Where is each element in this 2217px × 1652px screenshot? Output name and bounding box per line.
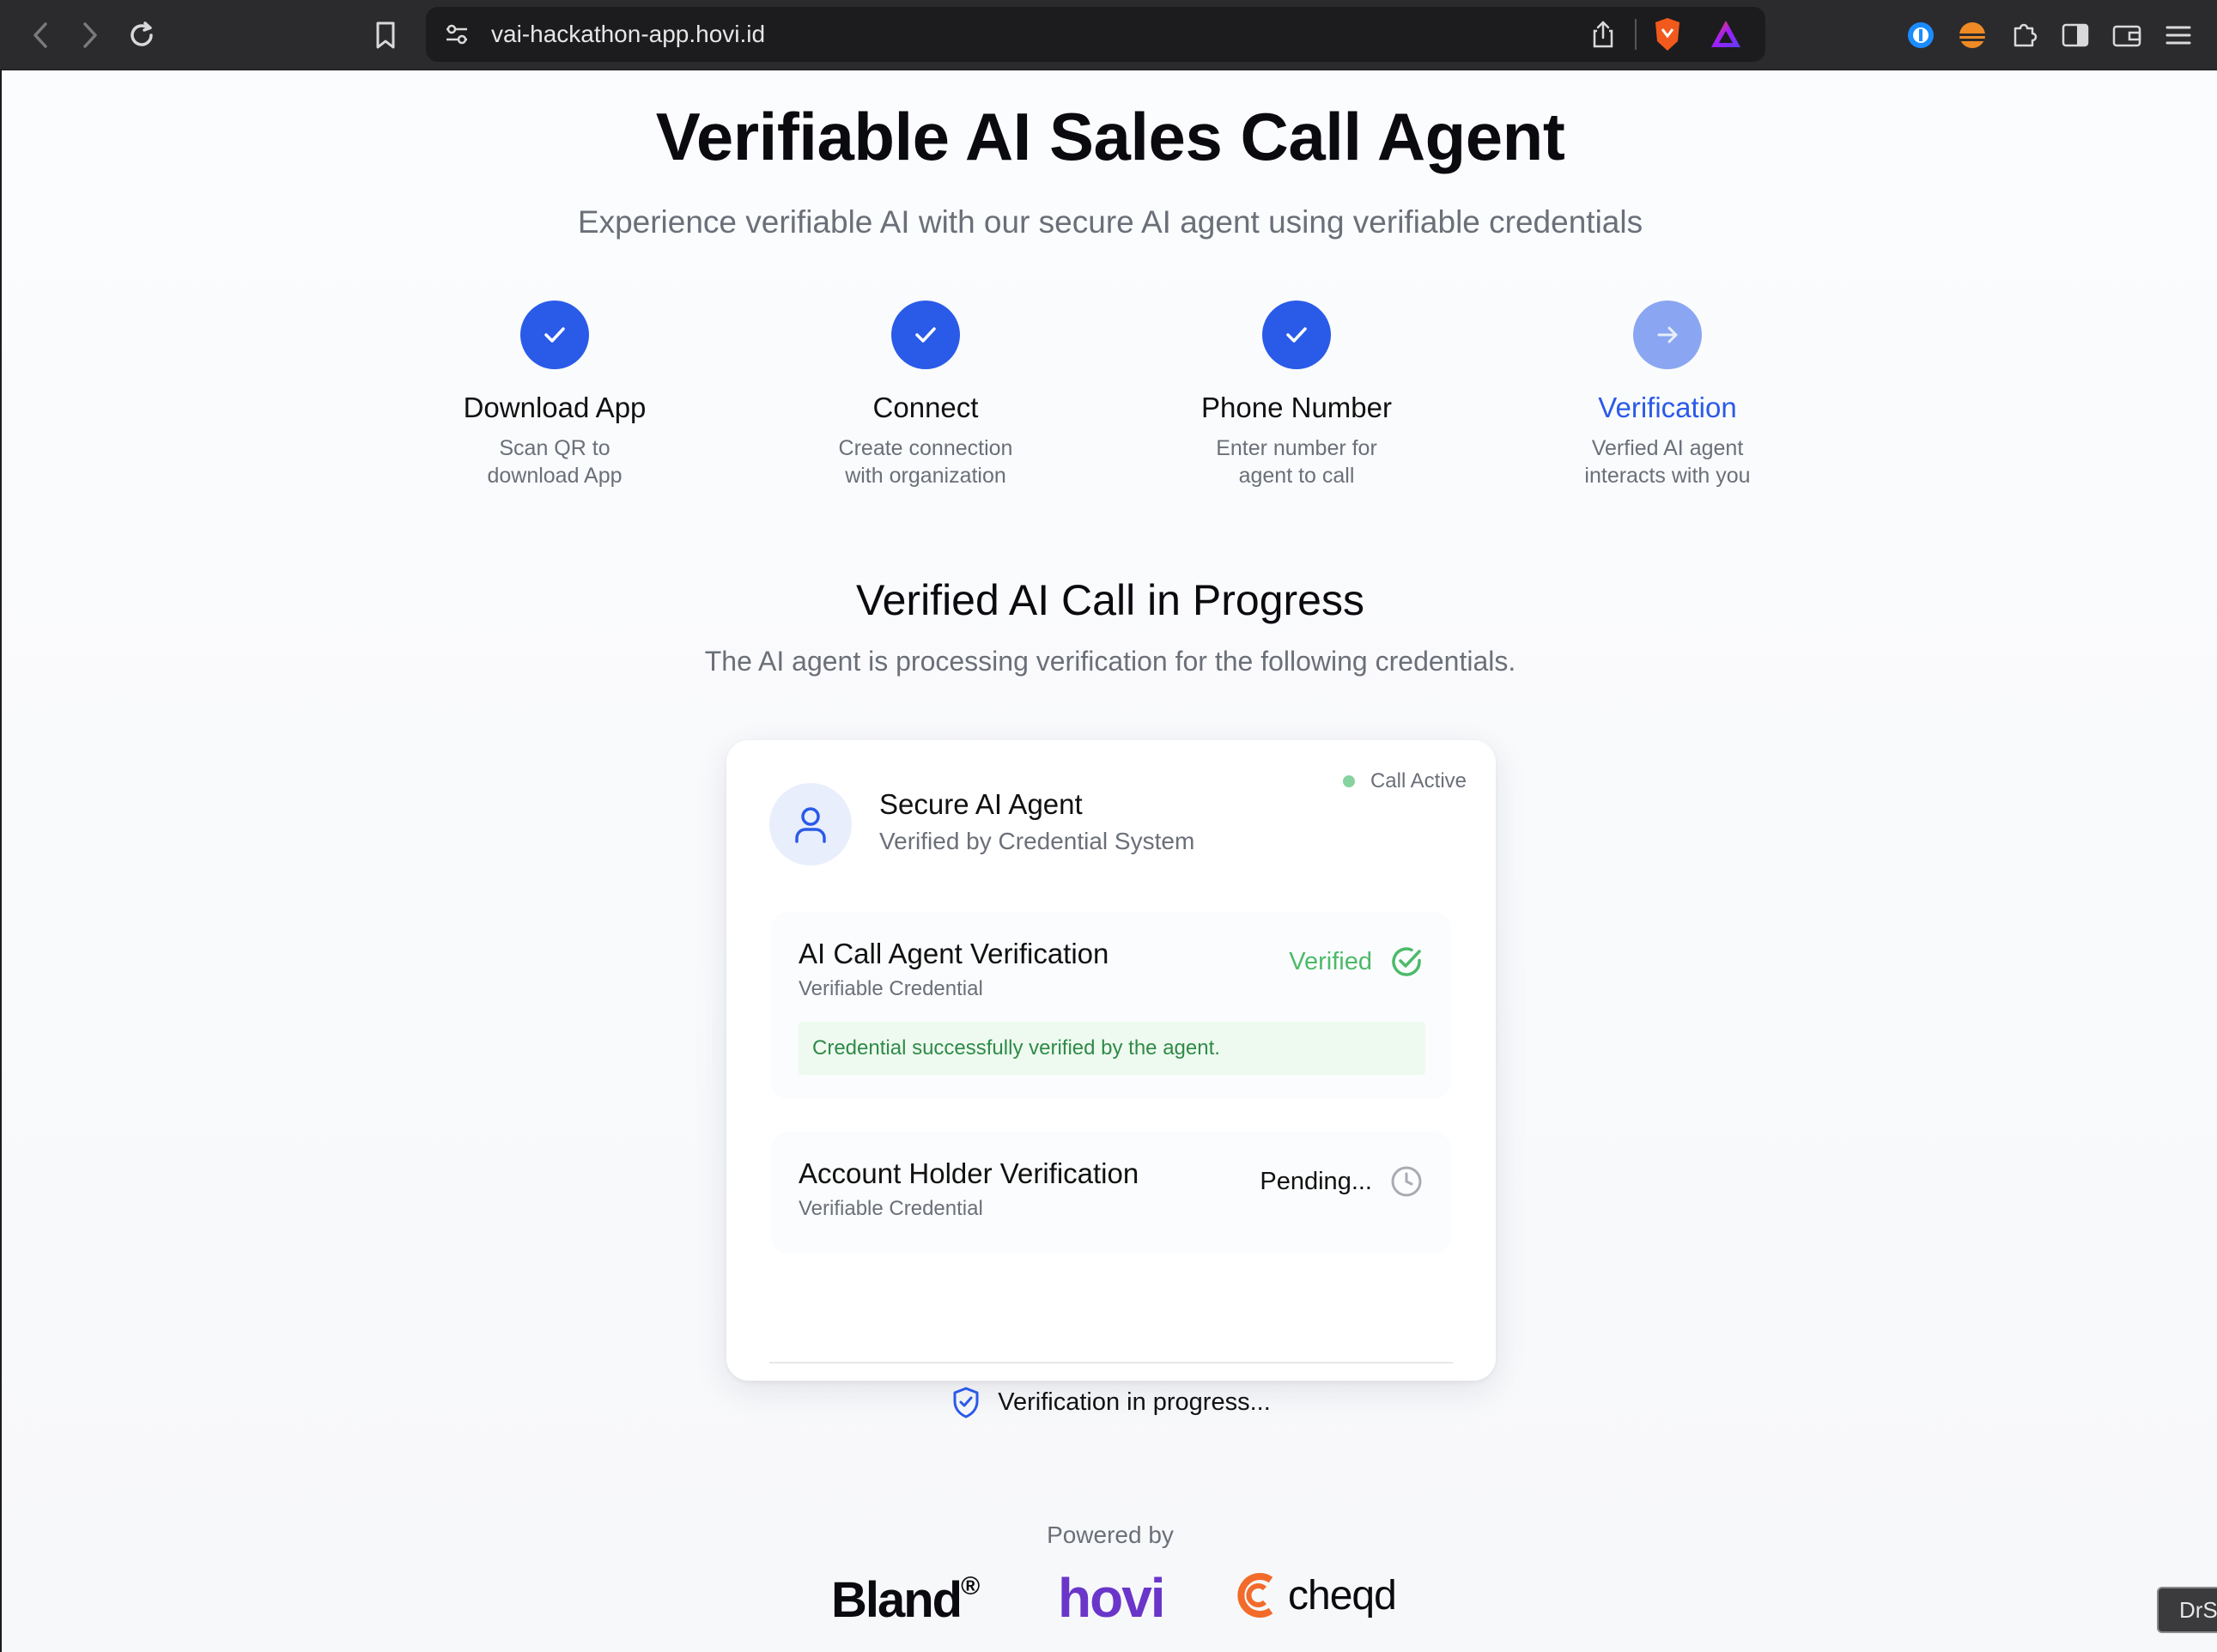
- step-complete-indicator: [520, 301, 589, 369]
- credential-type: Verifiable Credential: [799, 1197, 983, 1220]
- bookmark-icon[interactable]: [366, 15, 405, 55]
- url-text: vai-hackathon-app.hovi.id: [491, 21, 766, 47]
- hovi-logo: hovi: [1058, 1567, 1166, 1629]
- section-subtitle: The AI agent is processing verification …: [704, 646, 1516, 677]
- section-title: Verified AI Call in Progress: [856, 576, 1364, 624]
- share-icon[interactable]: [1588, 19, 1618, 50]
- step-desc-line: Verfied AI agent: [1591, 436, 1744, 460]
- stepper: Download App Scan QR to download App Con…: [2, 301, 2217, 507]
- step-verification: Verification Verfied AI agent interacts …: [1487, 301, 1848, 489]
- corner-overlay-badge[interactable]: DrS: [2157, 1587, 2217, 1633]
- step-desc-line: agent to call: [1238, 464, 1355, 488]
- cheqd-logo-text: cheqd: [1288, 1572, 1397, 1619]
- avatar: [769, 783, 852, 865]
- status-dot: [1342, 775, 1355, 787]
- sidebar-icon[interactable]: [2056, 15, 2095, 55]
- reload-icon[interactable]: [122, 15, 161, 55]
- bland-logo-mark: ®: [961, 1571, 980, 1600]
- check-icon: [1286, 327, 1307, 343]
- brave-rewards-icon[interactable]: [1709, 17, 1743, 52]
- step-description: Verfied AI agent interacts with you: [1487, 434, 1848, 489]
- credential-note: Credential successfully verified by the …: [799, 1022, 1425, 1075]
- step-desc-line: with organization: [845, 464, 1006, 488]
- check-icon: [544, 327, 565, 343]
- step-title: Verification: [1598, 392, 1737, 423]
- step-description: Create connection with organization: [745, 434, 1106, 489]
- page-content: Verifiable AI Sales Call Agent Experienc…: [0, 70, 2217, 1652]
- credential-status: Pending...: [1260, 1164, 1424, 1199]
- credential-status: Verified: [1289, 944, 1424, 979]
- step-desc-line: download App: [487, 464, 623, 488]
- card-divider: [769, 1362, 1453, 1364]
- step-desc-line: Enter number for: [1216, 436, 1377, 460]
- step-title: Download App: [463, 392, 647, 423]
- verification-progress: Verification in progress...: [726, 1386, 1496, 1418]
- wallet-icon[interactable]: [2107, 15, 2147, 55]
- step-title: Phone Number: [1201, 392, 1392, 423]
- powered-by: Powered by: [1047, 1521, 1174, 1548]
- credential-item: Account Holder Verification Verifiable C…: [771, 1132, 1451, 1254]
- brave-shield-icon[interactable]: [1650, 15, 1685, 53]
- cheqd-mark-icon: [1237, 1573, 1273, 1618]
- verification-progress-label: Verification in progress...: [998, 1388, 1271, 1416]
- url-divider: [1635, 19, 1637, 50]
- credential-name: Account Holder Verification: [799, 1157, 1139, 1189]
- bland-logo-text: Bland: [831, 1572, 963, 1628]
- agent-subtitle: Verified by Credential System: [879, 828, 1195, 854]
- step-connect: Connect Create connection with organizat…: [745, 301, 1106, 489]
- call-status-badge: Call Active: [1342, 769, 1467, 793]
- user-icon: [795, 807, 826, 843]
- call-card: Call Active Secure AI Agent Verified by …: [726, 740, 1496, 1418]
- site-settings-icon[interactable]: [441, 19, 472, 50]
- cheqd-logo: cheqd: [1236, 1571, 1397, 1619]
- bland-logo: Bland®: [831, 1571, 980, 1629]
- step-desc-line: interacts with you: [1584, 464, 1751, 488]
- password-manager-icon[interactable]: [1901, 15, 1941, 55]
- step-download-app: Download App Scan QR to download App: [374, 301, 735, 489]
- page-subtitle: Experience verifiable AI with our secure…: [577, 204, 1643, 240]
- browser-toolbar: vai-hackathon-app.hovi.id: [0, 0, 2217, 70]
- clock-icon: [1391, 1166, 1422, 1197]
- step-current-indicator: [1633, 301, 1702, 369]
- page-title: Verifiable AI Sales Call Agent: [655, 99, 1565, 174]
- credential-item: AI Call Agent Verification Verifiable Cr…: [771, 912, 1451, 1099]
- menu-icon[interactable]: [2159, 15, 2198, 55]
- step-complete-indicator: [1262, 301, 1331, 369]
- agent-name: Secure AI Agent: [879, 788, 1083, 820]
- step-phone-number: Phone Number Enter number for agent to c…: [1116, 301, 1477, 489]
- partner-logos: Bland® hovi cheqd: [2, 1567, 2217, 1640]
- extension-icon[interactable]: [1953, 15, 1992, 55]
- check-icon: [915, 327, 936, 343]
- step-title: Connect: [872, 392, 979, 423]
- step-complete-indicator: [891, 301, 960, 369]
- call-status-label: Call Active: [1370, 769, 1467, 793]
- puzzle-icon[interactable]: [2004, 15, 2044, 55]
- arrow-right-icon: [1657, 326, 1678, 343]
- step-description: Scan QR to download App: [374, 434, 735, 489]
- credential-status-label: Verified: [1289, 947, 1372, 975]
- credential-name: AI Call Agent Verification: [799, 938, 1109, 969]
- step-desc-line: Create connection: [838, 436, 1013, 460]
- shield-check-icon: [953, 1387, 979, 1418]
- address-bar[interactable]: vai-hackathon-app.hovi.id: [426, 7, 1765, 62]
- credential-status-label: Pending...: [1260, 1167, 1372, 1195]
- check-circle-icon: [1392, 947, 1421, 976]
- back-icon[interactable]: [21, 15, 60, 55]
- credential-type: Verifiable Credential: [799, 977, 983, 1000]
- step-desc-line: Scan QR to: [499, 436, 610, 460]
- forward-icon[interactable]: [70, 15, 110, 55]
- step-description: Enter number for agent to call: [1116, 434, 1477, 489]
